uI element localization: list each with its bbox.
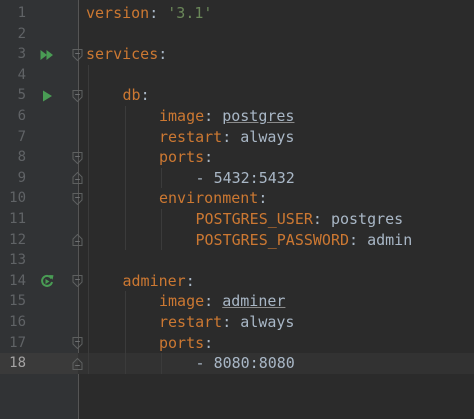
line-number: 15 — [9, 293, 26, 310]
code-line[interactable]: 11 POSTGRES_USER: postgres — [0, 209, 474, 230]
line-number: 2 — [17, 25, 26, 42]
yaml-key: environment — [159, 189, 259, 208]
line-number: 4 — [17, 66, 26, 83]
indent-guide — [161, 167, 162, 189]
fold-start-icon[interactable] — [72, 336, 83, 349]
fold-end-icon[interactable] — [72, 357, 83, 370]
yaml-value: postgres — [330, 210, 404, 228]
fold-start-icon[interactable] — [72, 151, 83, 164]
line-number: 5 — [17, 87, 26, 104]
yaml-value: always — [240, 127, 295, 146]
line-number: 16 — [9, 314, 26, 330]
line-number: 8 — [17, 149, 26, 166]
code-text[interactable]: version: '3.1' — [86, 3, 212, 24]
yaml-key: ports — [159, 333, 205, 352]
run-icon[interactable] — [40, 89, 54, 103]
yaml-key: restart — [159, 313, 223, 331]
code-line[interactable]: 1 version: '3.1' — [0, 3, 474, 24]
code-text[interactable]: restart: always — [159, 312, 294, 333]
fold-start-icon[interactable] — [72, 275, 83, 288]
yaml-key: ports — [159, 148, 205, 167]
yaml-key: version — [86, 4, 150, 22]
code-line[interactable]: 7 restart: always — [0, 127, 474, 148]
line-number: 10 — [9, 190, 26, 207]
line-number: 14 — [9, 272, 26, 289]
code-text[interactable]: image: adminer — [159, 291, 285, 312]
code-text[interactable]: db: — [123, 85, 150, 106]
line-number: 12 — [9, 231, 26, 248]
indent-guide — [88, 64, 89, 374]
line-number: 1 — [17, 5, 26, 21]
yaml-value: adminer — [222, 292, 286, 311]
indent-guide — [161, 209, 162, 251]
line-number: 7 — [17, 128, 26, 145]
yaml-value: always — [240, 313, 295, 331]
code-text[interactable]: services: — [86, 44, 167, 65]
code-text[interactable]: adminer: — [123, 271, 195, 292]
line-number: 17 — [9, 334, 26, 351]
yaml-string-value: '3.1' — [167, 4, 213, 22]
yaml-key: image — [159, 107, 205, 125]
code-line[interactable]: 6 image: postgres — [0, 106, 474, 127]
code-text[interactable]: image: postgres — [159, 106, 294, 127]
yaml-colon: : — [204, 292, 223, 311]
yaml-colon: : — [349, 230, 368, 249]
indent-guide — [124, 291, 126, 374]
yaml-colon: : — [312, 210, 331, 228]
fold-end-icon[interactable] — [72, 233, 83, 246]
line-number: 11 — [9, 211, 26, 227]
yaml-colon: : — [185, 271, 195, 290]
yaml-key: image — [159, 292, 205, 311]
code-editor[interactable]: 1 version: '3.1' 2 3 services: 4 5 db: 6 image: p… — [0, 0, 474, 419]
code-line[interactable]: 15 image: adminer — [0, 291, 474, 312]
yaml-colon: : — [158, 45, 168, 64]
yaml-colon: : — [204, 333, 214, 352]
yaml-key: db — [122, 86, 141, 105]
line-number: 18 — [9, 355, 26, 372]
yaml-key: services — [86, 45, 159, 64]
indent-guide — [161, 353, 162, 374]
yaml-colon: : — [140, 86, 150, 105]
code-line[interactable]: 13 — [0, 250, 474, 271]
yaml-colon: : — [204, 107, 223, 125]
code-text[interactable]: restart: always — [159, 127, 294, 148]
fold-start-icon[interactable] — [72, 48, 83, 61]
yaml-value: 5432:5432 — [213, 168, 295, 187]
yaml-colon: : — [258, 189, 268, 208]
fold-start-icon[interactable] — [72, 192, 83, 205]
rerun-icon[interactable] — [40, 274, 54, 288]
yaml-value: postgres — [222, 107, 295, 125]
yaml-colon: : — [204, 148, 214, 167]
line-number: 9 — [17, 169, 26, 186]
code-line[interactable]: 4 — [0, 65, 474, 86]
yaml-colon: : — [222, 127, 241, 146]
code-text[interactable]: ports: — [159, 147, 213, 168]
yaml-key: POSTGRES_PASSWORD — [195, 230, 350, 249]
fold-end-icon[interactable] — [72, 172, 83, 185]
yaml-value: 8080:8080 — [213, 354, 295, 373]
code-line[interactable]: 16 restart: always — [0, 312, 474, 333]
code-text[interactable]: - 5432:5432 — [196, 168, 295, 189]
code-line[interactable]: 2 — [0, 24, 474, 45]
run-all-icon[interactable] — [40, 48, 54, 62]
code-text[interactable]: POSTGRES_PASSWORD: admin — [196, 230, 413, 251]
line-number: 13 — [9, 252, 26, 269]
code-text[interactable]: POSTGRES_USER: postgres — [196, 209, 404, 230]
yaml-colon: : — [149, 4, 168, 22]
yaml-key: restart — [159, 127, 223, 146]
line-number: 3 — [17, 46, 26, 63]
code-text[interactable]: environment: — [159, 188, 267, 209]
line-number: 6 — [17, 108, 26, 124]
yaml-key: POSTGRES_USER — [195, 210, 313, 228]
list-dash: - — [195, 354, 214, 373]
yaml-value: admin — [367, 230, 413, 249]
fold-start-icon[interactable] — [72, 89, 83, 102]
code-text[interactable]: - 8080:8080 — [196, 353, 295, 374]
yaml-colon: : — [222, 313, 241, 331]
code-text[interactable]: ports: — [159, 333, 213, 354]
yaml-key: adminer — [122, 271, 186, 290]
list-dash: - — [195, 168, 214, 187]
indent-guide — [124, 106, 126, 251]
